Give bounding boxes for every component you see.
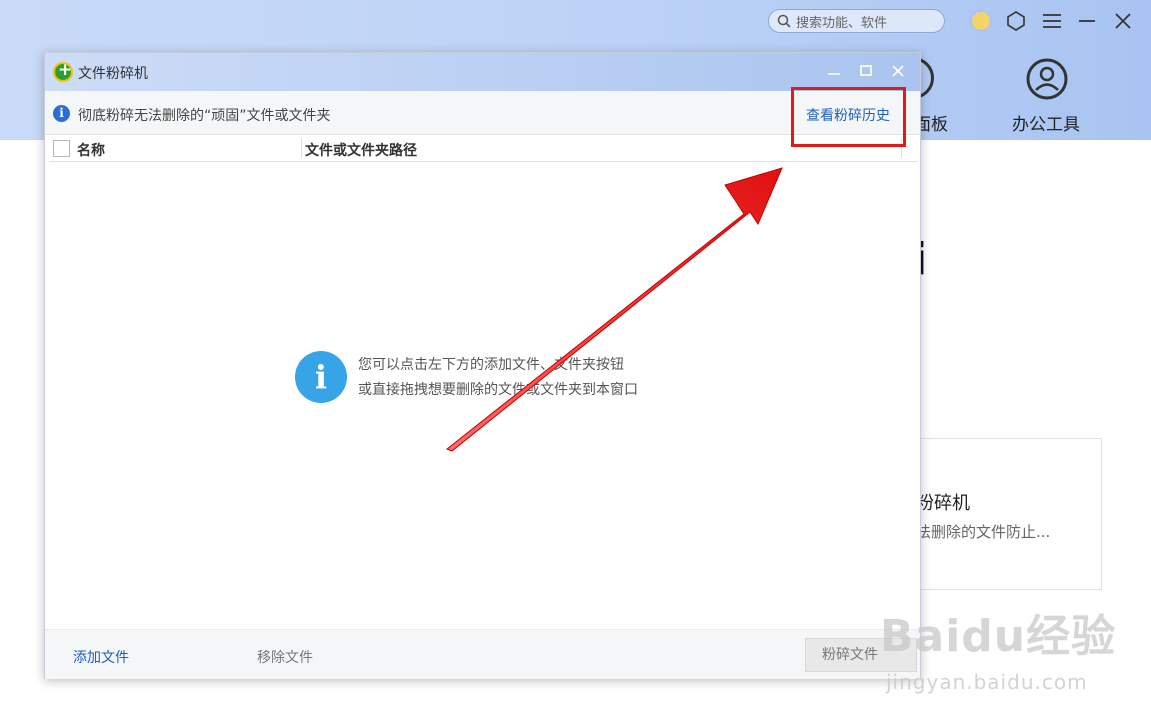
column-header-name[interactable]: 名称 [77, 140, 105, 160]
office-tools-icon[interactable] [1025, 57, 1069, 101]
file-table-header: 名称 文件或文件夹路径 [49, 136, 918, 162]
dialog-footer: 添加文件 移除文件 粉碎文件 [45, 629, 920, 679]
remove-file-button[interactable]: 移除文件 [257, 647, 313, 667]
user-avatar[interactable] [970, 10, 992, 32]
empty-hint-line2: 或直接拖拽想要删除的文件或文件夹到本窗口 [358, 382, 638, 398]
info-icon: i [53, 105, 70, 122]
app-logo-icon [53, 60, 73, 82]
dialog-minimize-icon[interactable] [825, 62, 843, 80]
dialog-title: 文件粉碎机 [78, 66, 148, 82]
search-icon [777, 14, 791, 28]
search-placeholder: 搜索功能、软件 [796, 15, 888, 31]
skin-icon[interactable] [1005, 10, 1027, 32]
file-shredder-dialog: 文件粉碎机 i 彻底粉碎无法删除的“顽固”文件或文件夹 查看粉碎历史 名称 文件… [44, 52, 921, 679]
dialog-close-icon[interactable] [889, 62, 907, 80]
view-shred-history-link[interactable]: 查看粉碎历史 [806, 105, 890, 125]
select-all-checkbox[interactable] [53, 140, 70, 157]
menu-icon[interactable] [1041, 10, 1063, 32]
minimize-icon[interactable] [1076, 10, 1098, 32]
column-divider[interactable] [301, 138, 302, 158]
dialog-maximize-icon[interactable] [857, 62, 875, 80]
shred-file-button[interactable]: 粉碎文件 [805, 638, 917, 672]
close-icon[interactable] [1112, 10, 1134, 32]
notice-bar: i 彻底粉碎无法删除的“顽固”文件或文件夹 查看粉碎历史 [45, 91, 920, 135]
empty-info-icon: i [295, 351, 347, 403]
column-divider[interactable] [901, 138, 902, 158]
column-header-path[interactable]: 文件或文件夹路径 [305, 140, 417, 160]
empty-hint-line1: 您可以点击左下方的添加文件、文件夹按钮 [358, 357, 624, 373]
search-box[interactable]: 搜索功能、软件 [768, 9, 945, 33]
tab-office-tools[interactable]: 办公工具 [1012, 110, 1080, 135]
card-description: 法删除的文件防止... [916, 523, 1051, 541]
add-file-button[interactable]: 添加文件 [73, 647, 129, 667]
card-title: 粉碎机 [916, 493, 970, 514]
notice-text: 彻底粉碎无法删除的“顽固”文件或文件夹 [78, 108, 331, 124]
dialog-titlebar[interactable]: 文件粉碎机 [45, 53, 920, 91]
